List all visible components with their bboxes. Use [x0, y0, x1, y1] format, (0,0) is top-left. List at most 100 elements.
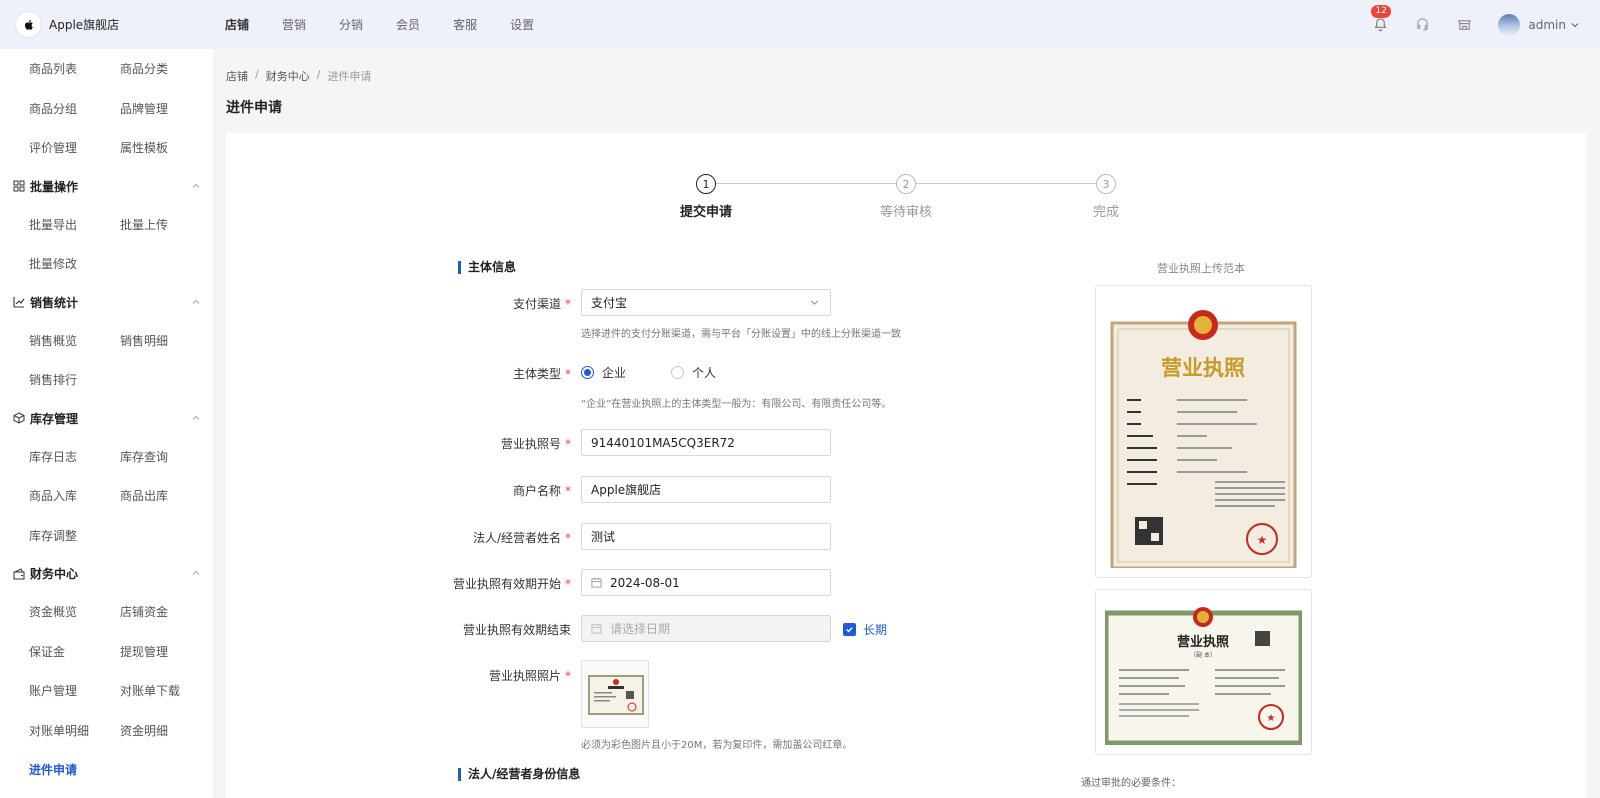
required-mark: *: [565, 437, 571, 451]
breadcrumb-finance[interactable]: 财务中心: [266, 68, 310, 84]
sidebar-item-product-group[interactable]: 商品分组: [29, 100, 120, 117]
sidebar-item-attribute-template[interactable]: 属性模板: [120, 139, 211, 156]
chevron-down-icon: [810, 300, 819, 305]
sidebar-item-statement-detail[interactable]: 对账单明细: [29, 722, 120, 739]
sidebar-item-shop-funds[interactable]: 店铺资金: [120, 603, 211, 620]
topnav-member[interactable]: 会员: [396, 16, 420, 33]
sidebar-item-inventory-log[interactable]: 库存日志: [29, 448, 120, 465]
sample-license-vertical: 营业执照 ★: [1095, 285, 1312, 578]
sidebar-group-sales[interactable]: 销售统计: [0, 284, 213, 321]
main-content: 店铺 / 财务中心 / 进件申请 进件申请 1 2 3 提交申请 等待审核 完成…: [213, 49, 1600, 798]
sidebar-item-batch-upload[interactable]: 批量上传: [120, 216, 211, 233]
valid-start-value: 2024-08-01: [610, 575, 680, 590]
license-photo-label: 营业执照照片 *: [371, 667, 571, 684]
step-2-circle: 2: [896, 174, 916, 194]
required-mark: *: [565, 577, 571, 591]
top-right-actions: 12 admin: [1348, 0, 1600, 49]
valid-end-placeholder: 请选择日期: [610, 622, 671, 636]
top-nav: 店铺 营销 分销 会员 客服 设置: [225, 16, 567, 33]
valid-start-label-text: 营业执照有效期开始: [452, 577, 561, 591]
radio-dot-unchecked: [671, 366, 684, 379]
required-mark: *: [565, 531, 571, 545]
svg-text:★: ★: [1257, 533, 1268, 547]
license-photo-hint: 必须为彩色图片且小于20M，若为复印件，需加盖公司红章。: [581, 740, 853, 751]
sidebar-row: 保证金 提现管理: [0, 632, 213, 672]
license-no-label-text: 营业执照号: [500, 437, 561, 451]
sidebar-item-fund-detail[interactable]: 资金明细: [120, 722, 211, 739]
topnav-marketing[interactable]: 营销: [282, 16, 306, 33]
breadcrumb-shop[interactable]: 店铺: [226, 68, 248, 84]
sidebar-item-fund-overview[interactable]: 资金概览: [29, 603, 120, 620]
check-icon: [843, 623, 856, 636]
sample-title: 营业执照上传范本: [1157, 262, 1245, 275]
sidebar-item-statement-download[interactable]: 对账单下载: [120, 682, 211, 699]
sidebar-item-brand[interactable]: 品牌管理: [120, 100, 211, 117]
notification-badge: 12: [1371, 4, 1391, 18]
merchant-name-label: 商户名称 *: [371, 482, 571, 499]
chevron-up-icon: [192, 415, 200, 420]
topnav-distribution[interactable]: 分销: [339, 16, 363, 33]
sidebar-item-withdraw[interactable]: 提现管理: [120, 643, 211, 660]
sidebar-item-batch-export[interactable]: 批量导出: [29, 216, 120, 233]
notification-button[interactable]: 12: [1370, 4, 1391, 35]
sidebar-row: 进件申请: [0, 750, 213, 790]
brand[interactable]: Apple旗舰店: [0, 11, 213, 38]
step-3-circle: 3: [1096, 174, 1116, 194]
license-no-value: 91440101MA5CQ3ER72: [591, 435, 735, 450]
license-sample-image-1: 营业执照 ★: [1110, 310, 1297, 570]
sidebar-item-sales-overview[interactable]: 销售概览: [29, 332, 120, 349]
license-photo-label-text: 营业执照照片: [488, 669, 561, 683]
valid-start-datepicker[interactable]: 2024-08-01: [581, 569, 831, 596]
sidebar-item-batch-edit[interactable]: 批量修改: [29, 255, 120, 272]
sidebar-group-batch[interactable]: 批量操作: [0, 168, 213, 205]
topnav-service[interactable]: 客服: [453, 16, 477, 33]
topnav-shop[interactable]: 店铺: [225, 16, 249, 33]
sidebar-item-product-list[interactable]: 商品列表: [29, 60, 120, 77]
pay-channel-value: 支付宝: [591, 296, 628, 310]
top-bar: Apple旗舰店 店铺 营销 分销 会员 客服 设置 12 admin: [0, 0, 1600, 49]
sidebar-item-account[interactable]: 账户管理: [29, 682, 120, 699]
store-button[interactable]: [1454, 15, 1474, 35]
svg-text:★: ★: [1267, 713, 1276, 724]
sidebar-item-sales-detail[interactable]: 销售明细: [120, 332, 211, 349]
user-menu[interactable]: admin: [1498, 13, 1580, 36]
sidebar-item-onboarding[interactable]: 进件申请: [29, 761, 120, 778]
legal-name-input[interactable]: 测试: [581, 523, 831, 550]
legal-name-label-text: 法人/经营者姓名: [472, 531, 561, 545]
radio-dot-checked: [581, 366, 594, 379]
long-term-checkbox[interactable]: 长期: [843, 621, 887, 638]
customer-service-button[interactable]: [1412, 15, 1432, 35]
section-title-legal: 法人/经营者身份信息: [458, 768, 580, 781]
pay-channel-select[interactable]: 支付宝: [581, 289, 831, 316]
radio-individual[interactable]: 个人: [671, 364, 716, 381]
sidebar-item-sales-ranking[interactable]: 销售排行: [29, 371, 120, 388]
license-sample-1-title: 营业执照: [1161, 355, 1245, 380]
sidebar-item-stock-out[interactable]: 商品出库: [120, 487, 211, 504]
grid-icon: [13, 180, 25, 192]
sidebar-row: 商品列表 商品分类: [0, 49, 213, 89]
merchant-name-input[interactable]: Apple旗舰店: [581, 476, 831, 503]
sidebar-item-inventory-adjust[interactable]: 库存调整: [29, 527, 120, 544]
sidebar-item-stock-in[interactable]: 商品入库: [29, 487, 120, 504]
step-3-label: 完成: [1092, 205, 1119, 220]
sidebar-group-finance[interactable]: 财务中心: [0, 555, 213, 592]
pay-channel-label-text: 支付渠道: [512, 297, 561, 311]
sidebar-item-review[interactable]: 评价管理: [29, 139, 120, 156]
brand-name: Apple旗舰店: [49, 18, 120, 32]
sidebar-item-deposit[interactable]: 保证金: [29, 643, 120, 660]
sidebar-group-inventory[interactable]: 库存管理: [0, 400, 213, 437]
sidebar-item-product-category[interactable]: 商品分类: [120, 60, 211, 77]
valid-end-datepicker[interactable]: 请选择日期: [581, 615, 831, 642]
calendar-icon: [591, 577, 602, 588]
topnav-settings[interactable]: 设置: [510, 16, 534, 33]
sidebar-group-label: 批量操作: [30, 179, 79, 194]
sidebar-row: 评价管理 属性模板: [0, 128, 213, 168]
step-1-label: 提交申请: [679, 205, 732, 220]
avatar: [1498, 13, 1521, 36]
sidebar-item-inventory-query[interactable]: 库存查询: [120, 448, 211, 465]
license-photo-thumbnail[interactable]: [581, 660, 649, 728]
license-no-input[interactable]: 91440101MA5CQ3ER72: [581, 429, 831, 456]
step-connector: [916, 183, 1096, 184]
radio-enterprise[interactable]: 企业: [581, 364, 626, 381]
breadcrumb: 店铺 / 财务中心 / 进件申请: [226, 68, 371, 84]
